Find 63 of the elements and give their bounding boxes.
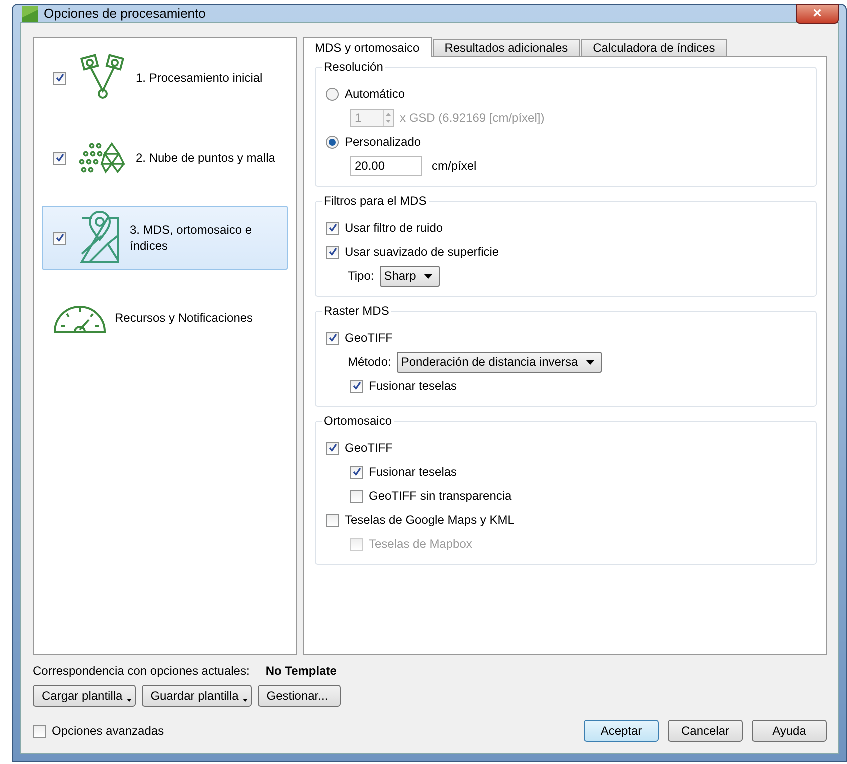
tab[interactable]: MDS y ortomosaico [303, 37, 432, 57]
option-label: Fusionar teselas [369, 465, 458, 479]
step-label: 2. Nube de puntos y malla [136, 150, 276, 166]
group-title: Resolución [322, 60, 386, 74]
step-label: 3. MDS, ortomosaico e índices [130, 222, 254, 254]
checkbox[interactable] [326, 332, 339, 344]
checkbox[interactable] [326, 442, 339, 454]
template-label: Correspondencia con opciones actuales: [33, 664, 250, 678]
option-label: Opciones avanzadas [52, 724, 164, 738]
option-label: GeoTIFF [345, 441, 394, 455]
resolution-field[interactable]: 20.00 [350, 156, 422, 176]
template-value: No Template [266, 664, 337, 678]
step-item[interactable]: 1. Procesamiento inicial [42, 46, 288, 110]
caret-icon [424, 274, 434, 278]
dropdown[interactable]: Ponderación de distancia inversa [397, 352, 602, 372]
option-label: Teselas de Google Maps y KML [345, 513, 514, 527]
dialog-button[interactable]: Ayuda [752, 720, 827, 742]
dialog-button[interactable]: Cancelar [668, 720, 743, 742]
caret-icon [586, 360, 596, 364]
map-pin-icon [78, 210, 122, 266]
checkbox[interactable] [326, 222, 339, 234]
group-title: Ortomosaico [322, 414, 394, 428]
caret-icon [242, 699, 248, 702]
radio-button[interactable] [326, 88, 339, 100]
option-label: Usar filtro de ruido [345, 221, 444, 235]
field-label: Método: [348, 355, 392, 369]
checkbox[interactable] [33, 724, 46, 738]
checkbox[interactable] [326, 246, 339, 258]
option-label: Automático [345, 87, 406, 101]
checkbox[interactable] [53, 152, 66, 164]
unit-label: cm/píxel [432, 159, 477, 173]
step-label: 1. Procesamiento inicial [136, 70, 263, 86]
template-button[interactable]: Gestionar... [258, 685, 342, 707]
option-label: Personalizado [345, 135, 422, 149]
step-item[interactable]: Recursos y Notificaciones [42, 286, 288, 350]
option-label: Fusionar teselas [369, 379, 458, 393]
tab[interactable]: Calculadora de índices [581, 39, 728, 56]
group-title: Filtros para el MDS [322, 194, 429, 208]
checkbox[interactable] [350, 466, 363, 478]
tab[interactable]: Resultados adicionales [432, 39, 580, 56]
dropdown[interactable]: Sharp [380, 266, 440, 286]
checkbox[interactable] [326, 514, 339, 526]
radio-button[interactable] [326, 136, 339, 148]
unit-label: x GSD (6.92169 [cm/píxel]) [400, 111, 545, 125]
template-button[interactable]: Guardar plantilla [142, 685, 252, 707]
app-icon [22, 6, 38, 22]
step-item[interactable]: 2. Nube de puntos y malla [42, 126, 288, 190]
window-title: Opciones de procesamiento [44, 6, 206, 21]
checkbox[interactable] [53, 232, 66, 244]
option-label: Teselas de Mapbox [369, 537, 472, 551]
checkbox[interactable] [350, 490, 363, 502]
step-label: Recursos y Notificaciones [115, 310, 254, 326]
group-title: Raster MDS [322, 304, 392, 318]
checkbox[interactable] [350, 380, 363, 392]
dialog-button[interactable]: Aceptar [584, 720, 659, 742]
template-button[interactable]: Cargar plantilla [33, 685, 136, 707]
option-label: GeoTIFF sin transparencia [369, 489, 512, 503]
step-item[interactable]: 3. MDS, ortomosaico e índices [42, 206, 288, 270]
caret-icon [126, 699, 132, 702]
option-label: Usar suavizado de superficie [345, 245, 500, 259]
checkbox[interactable] [53, 72, 66, 84]
field-label: Tipo: [348, 269, 374, 283]
option-label: GeoTIFF [345, 331, 394, 345]
